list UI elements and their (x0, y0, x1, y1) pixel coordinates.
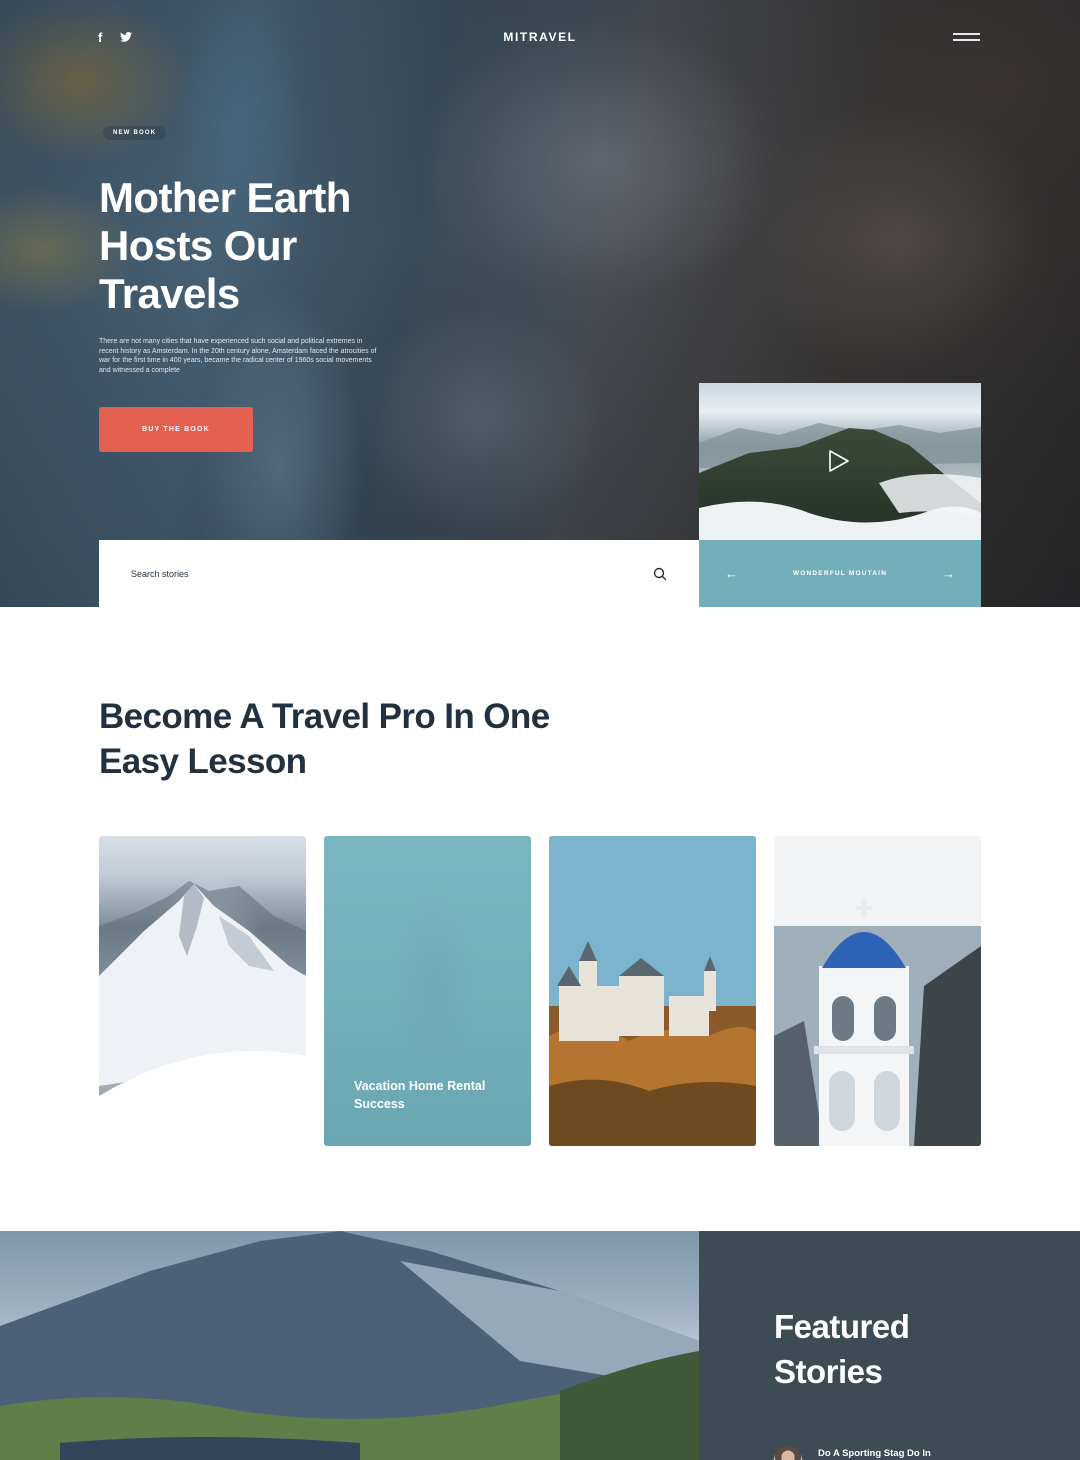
slider-label: WONDERFUL MOUTAIN (792, 570, 888, 577)
arrow-left-icon[interactable]: ← (725, 566, 738, 581)
search-bar (99, 540, 699, 607)
hero-description: There are not many cities that have expe… (99, 338, 377, 374)
hamburger-icon[interactable] (953, 33, 980, 41)
slider-nav: ← WONDERFUL MOUTAIN → (699, 540, 981, 607)
section-title: Become A Travel Pro In One Easy Lesson (99, 697, 550, 781)
avatar[interactable] (774, 1446, 802, 1460)
buy-book-button[interactable]: BUY THE BOOK (99, 407, 253, 452)
castle-image (549, 836, 756, 1146)
play-icon[interactable] (828, 449, 850, 473)
hero-title: Mother Earth Hosts Our Travels (99, 174, 351, 317)
card-chapel[interactable] (774, 836, 981, 1146)
hero-section: f MITRAVEL NEW BOOK Mother Earth Hosts O… (0, 0, 1080, 607)
search-icon[interactable] (653, 567, 667, 581)
featured-title: Featured Stories (774, 1308, 910, 1390)
snowy-mountain-image (99, 881, 306, 1146)
landscape-image (0, 1231, 699, 1460)
brand-logo[interactable]: MITRAVEL (0, 30, 1080, 44)
card-vacation-home[interactable]: Vacation Home Rental Success (324, 836, 531, 1146)
search-input[interactable] (131, 568, 531, 579)
card-castle[interactable] (549, 836, 756, 1146)
featured-photo (0, 1231, 699, 1460)
story-title[interactable]: Do A Sporting Stag Do In (818, 1448, 931, 1459)
card-caption: Vacation Home Rental Success (354, 1079, 486, 1111)
arrow-right-icon[interactable]: → (942, 566, 955, 581)
card-snowy-mountain[interactable] (99, 836, 306, 1146)
featured-panel: Featured Stories Do A Sporting Stag Do I… (699, 1231, 1080, 1460)
new-book-tag: NEW BOOK (103, 126, 167, 140)
video-thumbnail[interactable] (699, 383, 981, 540)
chapel-image (774, 836, 981, 1146)
